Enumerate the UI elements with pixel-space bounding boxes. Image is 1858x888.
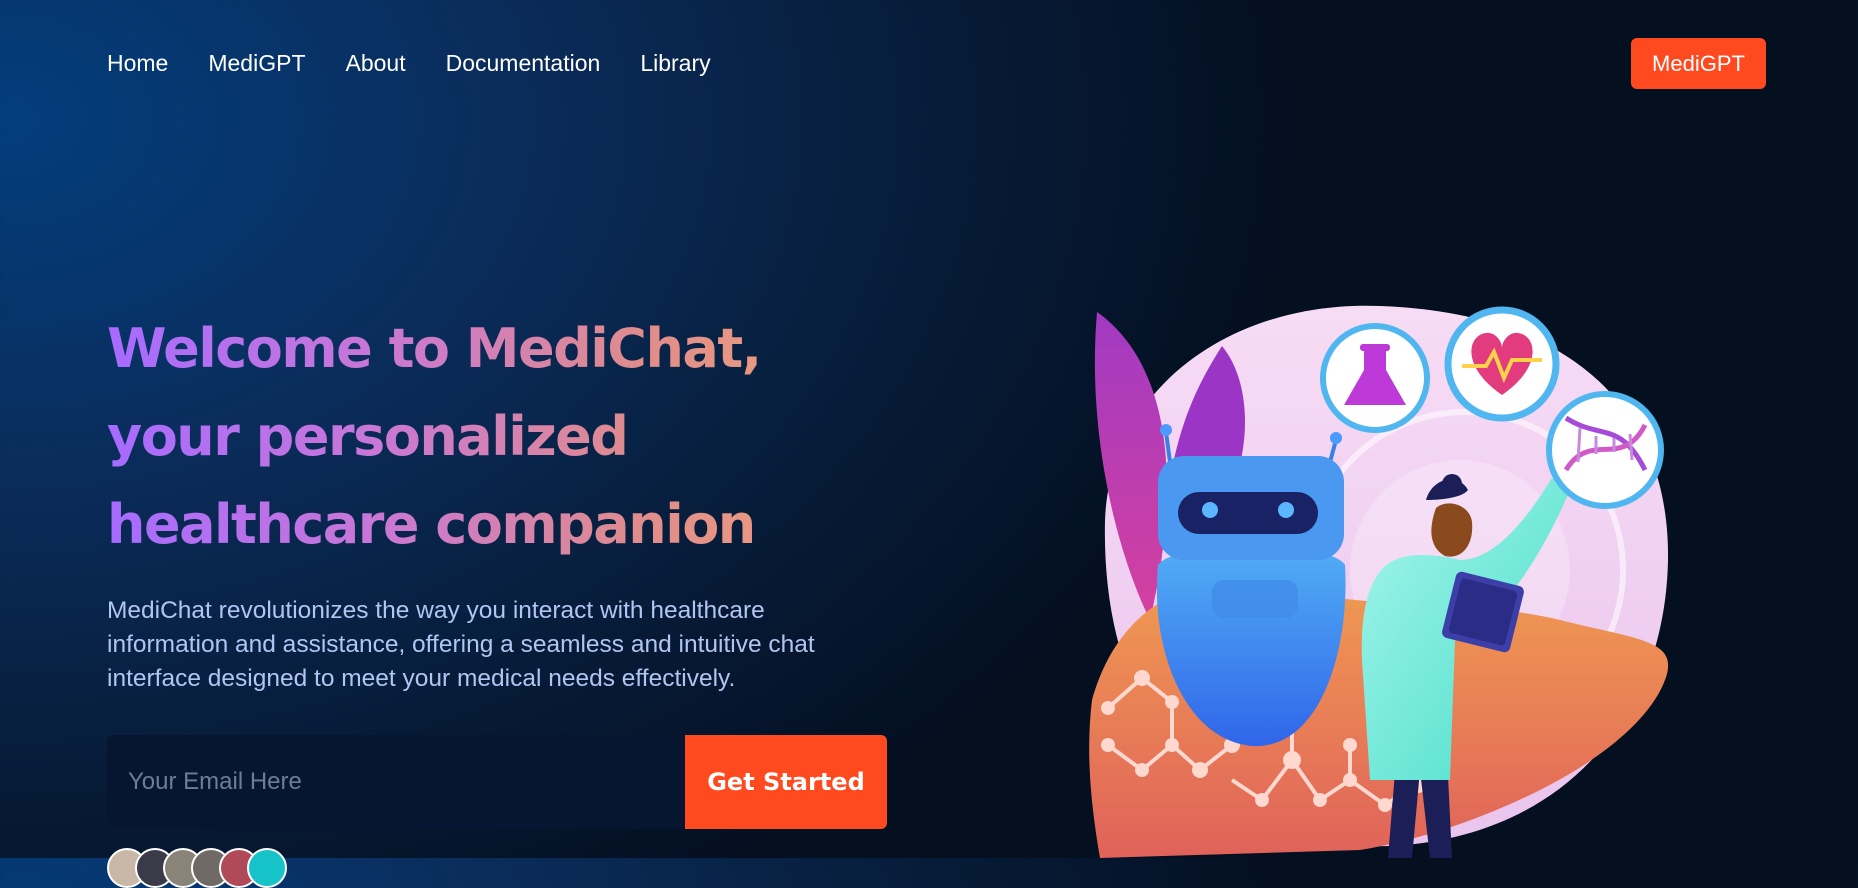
robot: [1156, 424, 1346, 747]
get-started-button[interactable]: Get Started: [685, 735, 887, 829]
flask-icon: [1320, 323, 1430, 433]
dna-icon: [1546, 391, 1664, 509]
email-input[interactable]: [107, 735, 685, 829]
email-signup-form: Get Started: [107, 735, 887, 829]
hero-illustration: [1089, 305, 1669, 858]
hero-description: MediChat revolutionizes the way you inte…: [107, 597, 815, 692]
nav-link-about[interactable]: About: [346, 48, 406, 78]
avatar: [247, 848, 287, 888]
nav-link-documentation[interactable]: Documentation: [446, 48, 601, 78]
hero-title: Welcome to MediChat, your personalized h…: [107, 305, 867, 569]
heartbeat-icon: [1444, 306, 1560, 422]
nav-link-home[interactable]: Home: [107, 48, 168, 78]
medigpt-button[interactable]: MediGPT: [1631, 38, 1766, 89]
top-navigation: Home MediGPT About Documentation Library…: [0, 0, 1858, 128]
nav-link-medigpt[interactable]: MediGPT: [208, 48, 305, 78]
nav-link-library[interactable]: Library: [640, 48, 710, 78]
nav-links: Home MediGPT About Documentation Library: [107, 48, 711, 78]
user-avatars: [107, 848, 287, 888]
